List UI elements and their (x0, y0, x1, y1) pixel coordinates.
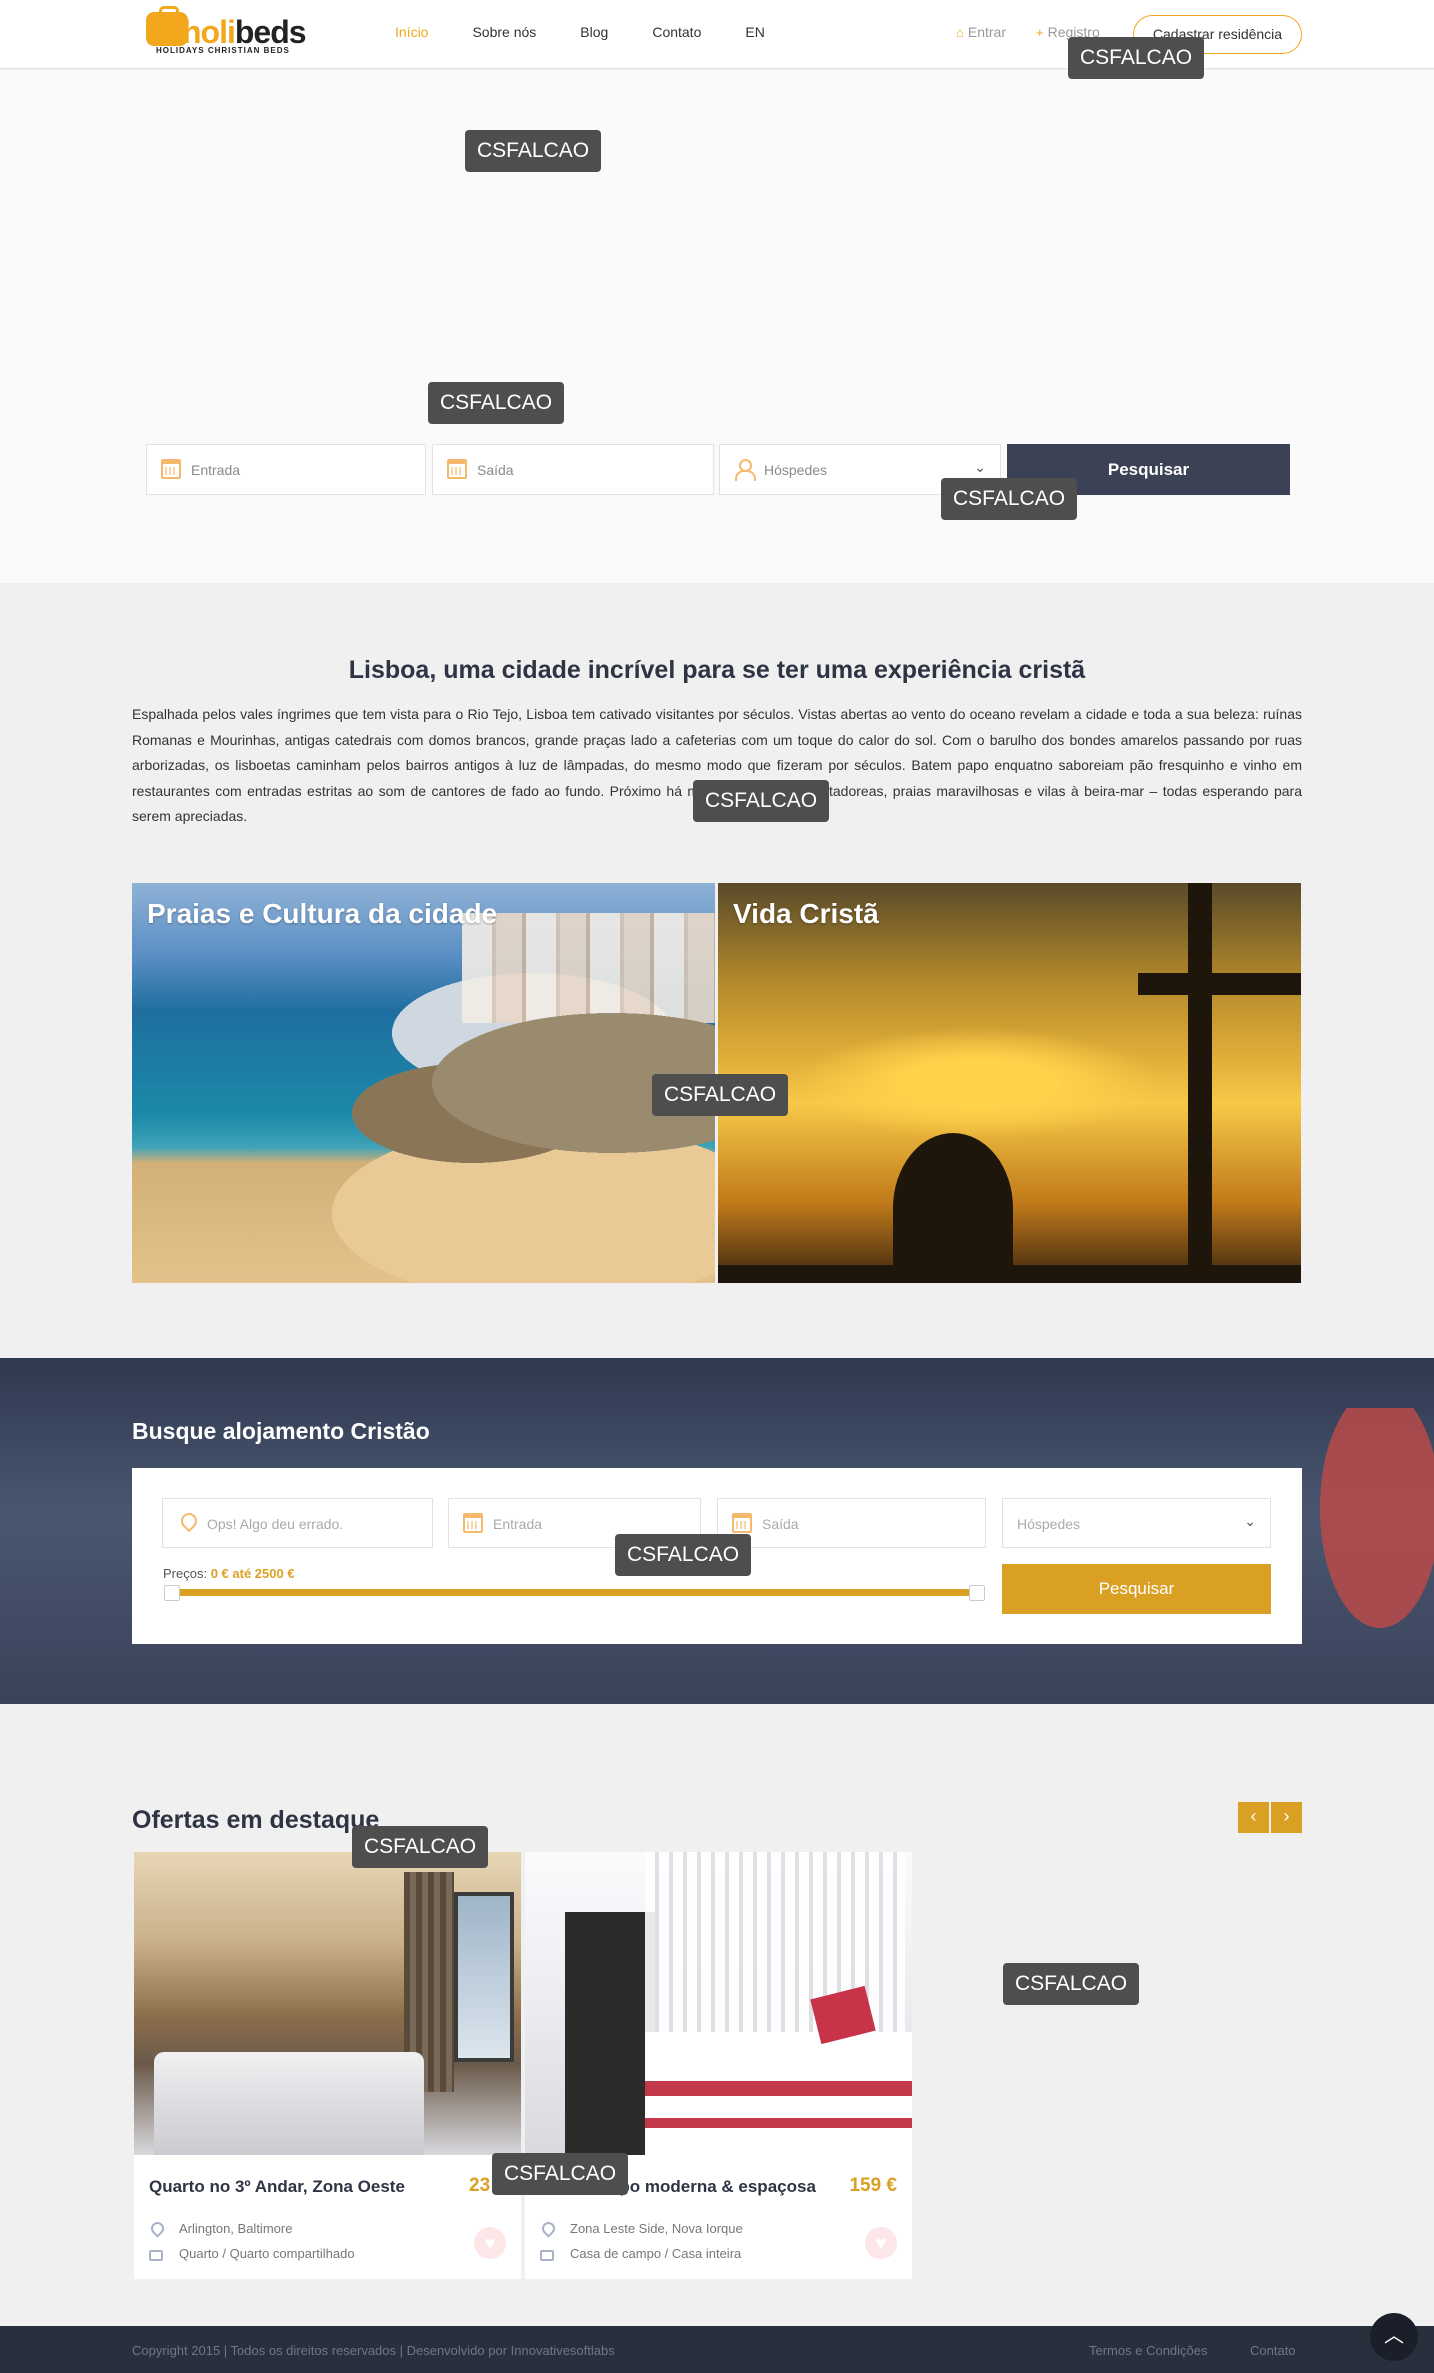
offers-next-button[interactable]: › (1271, 1802, 1302, 1833)
logo[interactable]: holibeds HOLIDAYS CHRISTIAN BEDS (146, 6, 316, 58)
location-pin-icon (540, 2222, 554, 2236)
offer-card[interactable]: Quarto no 3º Andar, Zona Oeste 23 € Arli… (134, 1852, 521, 2279)
offer-name: Quarto no 3º Andar, Zona Oeste (149, 2177, 405, 2196)
calendar-icon (463, 1513, 483, 1533)
nav-about[interactable]: Sobre nós (472, 24, 536, 44)
heart-icon[interactable]: ♥ (474, 2227, 506, 2259)
location-field[interactable]: Ops! Algo deu errado. (162, 1498, 433, 1548)
tile-christian-life[interactable]: Vida Cristã (718, 883, 1301, 1283)
login-link[interactable]: ⌂ Entrar (956, 24, 1006, 40)
checkin-field[interactable]: Entrada (146, 444, 426, 495)
search-band-title: Busque alojamento Cristão (132, 1418, 430, 1444)
tile-title: Vida Cristã (733, 898, 879, 929)
band-guests-select[interactable]: Hóspedes ⌄ (1002, 1498, 1271, 1548)
logo-tagline: HOLIDAYS CHRISTIAN BEDS (156, 46, 290, 55)
main-nav: Início Sobre nós Blog Contato EN (395, 24, 809, 44)
site-footer: Copyright 2015 | Todos os direitos reser… (0, 2326, 1434, 2373)
window (454, 1892, 514, 2062)
offer-type: Casa de campo / Casa inteira (570, 2246, 742, 2261)
chevron-down-icon: ⌄ (1244, 1513, 1256, 1529)
watermark-label: CSFALCAO (1003, 1963, 1140, 2005)
bed (645, 2032, 912, 2155)
home-icon: ⌂ (956, 25, 964, 40)
price-slider-track[interactable] (175, 1589, 972, 1596)
copyright-text: Copyright 2015 | Todos os direitos reser… (132, 2343, 615, 2358)
bed (154, 2052, 424, 2155)
drink-glass-image (1320, 1408, 1434, 1668)
praying-figure-image (893, 1133, 1013, 1283)
watermark-label: CSFALCAO (428, 382, 565, 424)
nav-blog[interactable]: Blog (580, 24, 608, 44)
intro-title: Lisboa, uma cidade incrível para se ter … (348, 656, 1086, 684)
calendar-icon (161, 459, 181, 479)
ground-silhouette (718, 1265, 1301, 1283)
watermark-label: CSFALCAO (652, 1074, 789, 1116)
watermark-label: CSFALCAO (615, 1534, 752, 1576)
nav-contact[interactable]: Contato (652, 24, 701, 44)
nav-language[interactable]: EN (745, 24, 764, 44)
offer-type: Quarto / Quarto compartilhado (179, 2246, 355, 2261)
watermark-label: CSFALCAO (941, 478, 1078, 520)
cross-image (1188, 883, 1212, 1283)
terms-link[interactable]: Termos e Condições (1089, 2343, 1208, 2358)
price-slider-max-handle[interactable] (969, 1585, 985, 1601)
offer-price: 159 € (849, 2175, 897, 2196)
arrow-up-icon[interactable]: ︿ (1370, 2313, 1418, 2361)
location-pin-icon (177, 1513, 197, 1533)
heart-icon[interactable]: ♥ (865, 2227, 897, 2259)
chevron-down-icon: ⌄ (974, 459, 986, 475)
tile-beaches-culture[interactable]: Praias e Cultura da cidade (132, 883, 715, 1283)
offers-title: Ofertas em destaque (132, 1806, 380, 1834)
price-slider-min-handle[interactable] (164, 1585, 180, 1601)
cross-beam (1138, 973, 1301, 995)
user-icon (734, 459, 756, 481)
offer-card[interactable]: Casa campo moderna & espaçosa 159 € Zona… (525, 1852, 912, 2279)
offers-prev-button[interactable]: ‹ (1238, 1802, 1269, 1833)
offer-location: Zona Leste Side, Nova Iorque (570, 2221, 743, 2236)
calendar-icon (447, 459, 467, 479)
watermark-label: CSFALCAO (352, 1826, 489, 1868)
watermark-label: CSFALCAO (693, 780, 830, 822)
footer-contact-link[interactable]: Contato (1250, 2343, 1296, 2358)
balcony-door (565, 1912, 655, 2155)
nav-home[interactable]: Início (395, 24, 428, 44)
offer-location: Arlington, Baltimore (179, 2221, 293, 2236)
folder-icon (540, 2250, 554, 2261)
calendar-icon (732, 1513, 752, 1533)
site-header: holibeds HOLIDAYS CHRISTIAN BEDS Início … (0, 0, 1434, 69)
watermark-label: CSFALCAO (492, 2153, 629, 2195)
watermark-label: CSFALCAO (1068, 37, 1205, 79)
offer-image (525, 1852, 912, 2155)
checkout-field[interactable]: Saída (432, 444, 714, 495)
watermark-label: CSFALCAO (465, 130, 602, 172)
folder-icon (149, 2250, 163, 2261)
band-search-button[interactable]: Pesquisar (1002, 1564, 1271, 1614)
band-checkout-field[interactable]: Saída (717, 1498, 986, 1548)
location-pin-icon (149, 2222, 163, 2236)
price-label: Preços: 0 € até 2500 € (163, 1566, 295, 1581)
plus-icon: + (1036, 25, 1044, 40)
offer-image (134, 1852, 521, 2155)
tile-title: Praias e Cultura da cidade (147, 898, 498, 929)
hero-section (0, 70, 1434, 583)
